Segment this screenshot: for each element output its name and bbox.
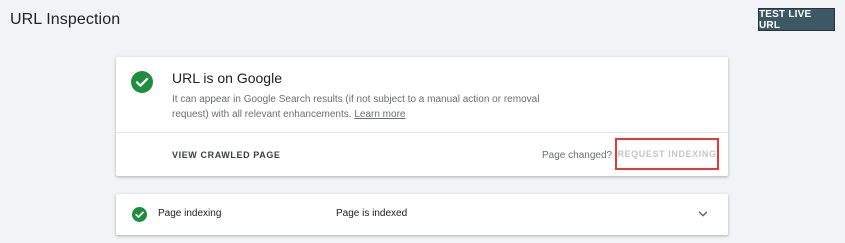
request-indexing-button[interactable]: REQUEST INDEXING bbox=[615, 138, 719, 170]
page-changed-label: Page changed? bbox=[542, 150, 613, 161]
page-header: URL Inspection TEST LIVE URL bbox=[0, 0, 845, 42]
test-live-url-button[interactable]: TEST LIVE URL bbox=[758, 8, 835, 31]
page-indexing-value: Page is indexed bbox=[336, 208, 408, 219]
view-crawled-page-button[interactable]: VIEW CRAWLED PAGE bbox=[172, 150, 281, 160]
status-summary: URL is on Google It can appear in Google… bbox=[116, 57, 728, 133]
chevron-down-icon[interactable] bbox=[697, 208, 709, 220]
page-title: URL Inspection bbox=[10, 11, 121, 28]
status-actions: VIEW CRAWLED PAGE Page changed? REQUEST … bbox=[116, 133, 728, 176]
check-circle-icon bbox=[131, 71, 153, 93]
page-indexing-label: Page indexing bbox=[158, 208, 222, 219]
check-circle-icon bbox=[132, 207, 147, 222]
page-indexing-row[interactable]: Page indexing Page is indexed bbox=[116, 194, 728, 235]
learn-more-link[interactable]: Learn more bbox=[354, 109, 405, 120]
status-title: URL is on Google bbox=[172, 70, 282, 86]
status-description: It can appear in Google Search results (… bbox=[172, 92, 567, 122]
url-status-card: URL is on Google It can appear in Google… bbox=[116, 57, 728, 176]
